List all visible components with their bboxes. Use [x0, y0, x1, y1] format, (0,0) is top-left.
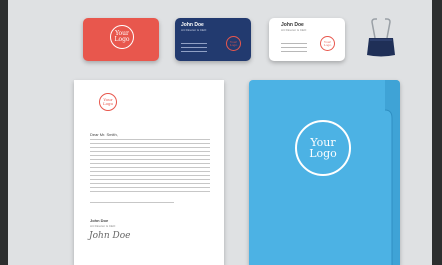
letter-signer-title: Art Director & CEO: [90, 224, 116, 228]
letter-signature: John Doe: [89, 231, 131, 241]
logo-line2: Logo: [114, 36, 130, 43]
card-title: Art Director & CEO: [181, 28, 207, 32]
logo-line2: Logo: [229, 42, 238, 47]
logo-line2: Logo: [309, 147, 337, 160]
logo-text: Your Logo: [323, 40, 332, 47]
presentation-folder: Your Logo: [249, 80, 400, 265]
logo-text: Your Logo: [229, 40, 238, 47]
business-card-navy: John Doe Art Director & CEO Your Logo: [175, 18, 251, 61]
logo-badge: Your Logo: [99, 93, 117, 111]
logo-badge: Your Logo: [320, 36, 335, 51]
card-contact-lines: [281, 43, 307, 55]
logo-text: Your Logo: [114, 31, 129, 43]
stationery-mockup: Your Logo John Doe Art Director & CEO Yo…: [8, 0, 432, 265]
business-card-white: John Doe Art Director & CEO Your Logo: [269, 18, 345, 61]
card-title: Art Director & CEO: [281, 28, 307, 32]
logo-badge: Your Logo: [110, 25, 134, 49]
logo-line2: Logo: [102, 101, 114, 106]
letterhead: Your Logo Dear Mr. Smith, John Doe Art D…: [74, 80, 224, 265]
letter-signer-name: John Doe: [90, 218, 109, 223]
letter-paragraph: [90, 202, 210, 206]
logo-text: Your Logo: [103, 98, 113, 106]
card-contact-lines: [181, 43, 207, 55]
logo-text: Your Logo: [309, 137, 337, 159]
logo-badge: Your Logo: [226, 36, 241, 51]
binder-clip-icon: [367, 18, 395, 57]
logo-badge: Your Logo: [295, 120, 351, 176]
letter-paragraph: [90, 163, 210, 195]
business-card-red: Your Logo: [83, 18, 159, 61]
letter-greeting: Dear Mr. Smith,: [90, 132, 118, 137]
logo-line2: Logo: [323, 42, 332, 47]
